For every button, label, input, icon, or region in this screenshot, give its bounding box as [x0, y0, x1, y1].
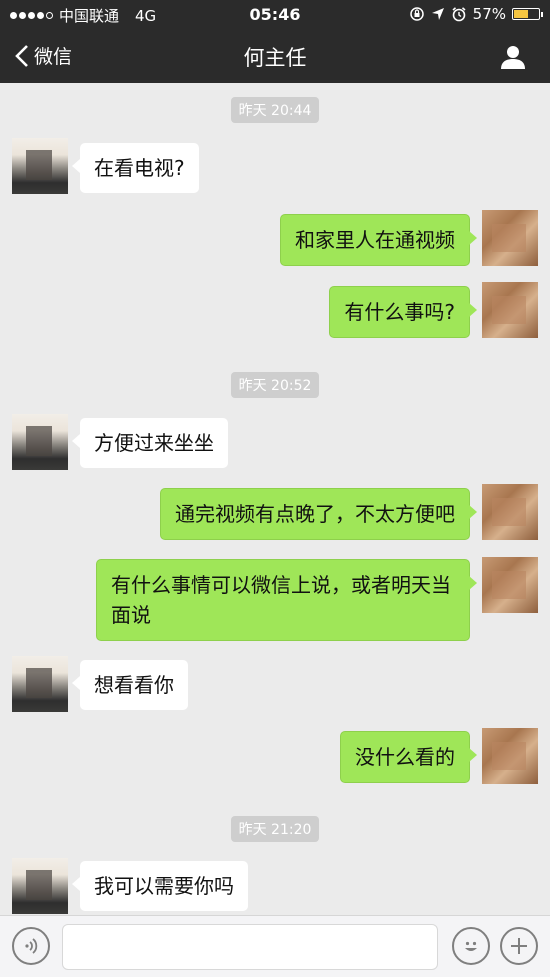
status-right: 57% — [409, 5, 543, 23]
plus-icon — [511, 938, 527, 954]
emoji-icon — [465, 941, 477, 951]
input-bar — [0, 915, 550, 977]
location-icon — [431, 8, 444, 20]
avatar[interactable] — [12, 138, 68, 194]
message-input[interactable] — [62, 924, 438, 970]
rotation-lock-icon — [409, 7, 424, 21]
avatar[interactable] — [482, 728, 538, 784]
received-message[interactable]: 在看电视? — [72, 143, 199, 193]
avatar[interactable] — [12, 858, 68, 914]
avatar[interactable] — [482, 210, 538, 266]
status-bar: 中国联通 4G 05:46 57% — [0, 0, 550, 30]
avatar[interactable] — [12, 414, 68, 470]
received-message[interactable]: 方便过来坐坐 — [72, 418, 228, 468]
timestamp: 昨天 20:52 — [0, 372, 550, 398]
timestamp: 昨天 20:44 — [0, 97, 550, 123]
nav-bar: 微信 何主任 — [0, 30, 550, 83]
avatar[interactable] — [482, 484, 538, 540]
avatar[interactable] — [12, 656, 68, 712]
chat-area[interactable]: 昨天 20:44 在看电视? 和家里人在通视频 有什么事吗? 昨天 20:52 … — [0, 83, 550, 915]
alarm-icon — [452, 7, 466, 22]
voice-icon — [25, 938, 38, 954]
profile-icon[interactable] — [498, 42, 528, 72]
battery-percent: 57% — [472, 5, 506, 23]
avatar[interactable] — [482, 557, 538, 613]
received-message[interactable]: 我可以需要你吗 — [72, 861, 248, 911]
emoji-button[interactable] — [452, 927, 490, 965]
page-title: 何主任 — [243, 46, 307, 70]
sent-message[interactable]: 有什么事吗? — [329, 286, 477, 338]
sent-message[interactable]: 通完视频有点晚了，不太方便吧 — [160, 488, 477, 540]
sent-message[interactable]: 有什么事情可以微信上说，或者明天当面说 — [96, 559, 477, 641]
battery-icon — [512, 8, 543, 20]
more-button[interactable] — [500, 927, 538, 965]
timestamp: 昨天 21:20 — [0, 816, 550, 842]
voice-input-button[interactable] — [12, 927, 50, 965]
sent-message[interactable]: 没什么看的 — [340, 731, 477, 783]
avatar[interactable] — [482, 282, 538, 338]
received-message[interactable]: 想看看你 — [72, 660, 188, 710]
sent-message[interactable]: 和家里人在通视频 — [280, 214, 477, 266]
